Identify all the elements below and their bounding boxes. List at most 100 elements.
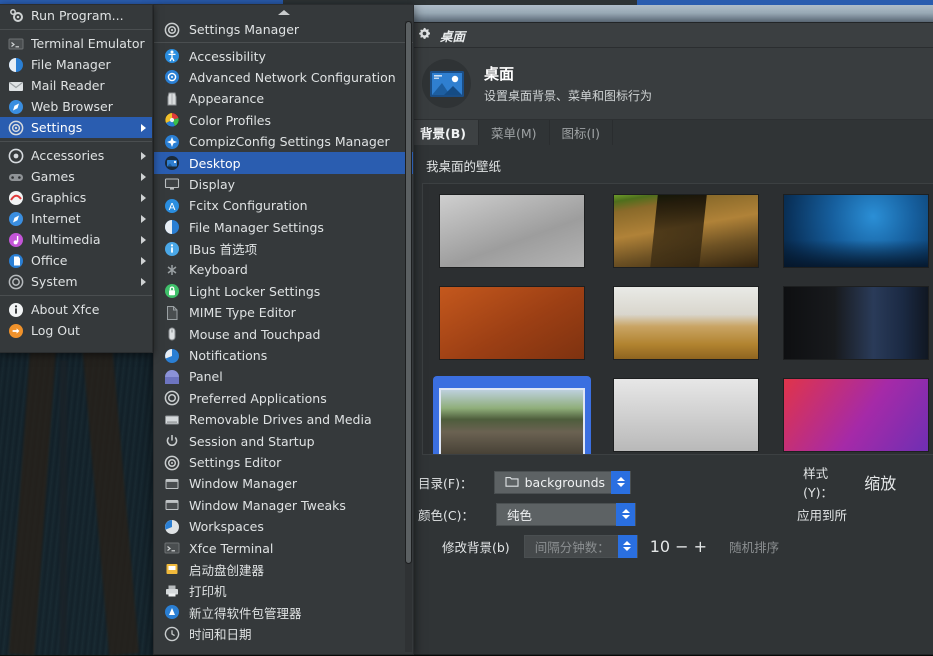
settings-item-compizconfig-settings-manager[interactable]: CompizConfig Settings Manager — [154, 131, 413, 152]
menu-item-log-out[interactable]: Log Out — [0, 320, 152, 341]
menu-item-mail-reader[interactable]: Mail Reader — [0, 75, 152, 96]
menu-item-web-browser[interactable]: Web Browser — [0, 96, 152, 117]
scrollbar-thumb[interactable] — [405, 21, 412, 564]
wallpaper-thumbnail[interactable] — [613, 378, 759, 452]
wallpaper-item[interactable] — [611, 284, 761, 362]
wallpaper-thumbnail[interactable] — [613, 286, 759, 360]
tab-bar[interactable]: 背景(B) 菜单(M) 图标(I) — [408, 120, 933, 145]
menu-item-run-program[interactable]: Run Program... — [0, 5, 152, 26]
interval-combobox[interactable]: 间隔分钟数： — [524, 535, 638, 558]
settings-item-window-manager-tweaks[interactable]: Window Manager Tweaks — [154, 495, 413, 516]
settings-item-session-and-startup[interactable]: Session and Startup — [154, 430, 413, 451]
style-combobox[interactable]: 缩放 — [864, 470, 933, 494]
settings-item-file-manager-settings[interactable]: File Manager Settings — [154, 217, 413, 238]
settings-item-label: Notifications — [189, 348, 267, 363]
settings-item-advanced-network-configuration[interactable]: Advanced Network Configuration — [154, 67, 413, 88]
wallpaper-item[interactable] — [781, 284, 931, 362]
settings-item-printer[interactable]: 打印机 — [154, 580, 413, 601]
interval-spinner[interactable] — [618, 535, 637, 558]
settings-item-mime-type-editor[interactable]: MIME Type Editor — [154, 302, 413, 323]
panel-active-window-segment-2[interactable] — [637, 0, 933, 5]
dialog-titlebar[interactable]: 桌面 — [408, 23, 933, 48]
settings-item-settings-editor[interactable]: Settings Editor — [154, 452, 413, 473]
settings-item-ibus-preferences[interactable]: IBus 首选项 — [154, 238, 413, 259]
interval-stepper[interactable]: 10 − + — [650, 537, 707, 556]
wallpaper-thumbnail[interactable] — [783, 194, 929, 268]
wallpaper-thumbnail[interactable] — [439, 388, 585, 455]
desktop-settings-dialog[interactable]: 桌面 桌面 设置桌面背景、菜单和图标行为 背景(B) 菜单(M) 图 — [407, 22, 933, 655]
color-combobox[interactable]: 纯色 — [496, 503, 636, 526]
settings-item-mouse-and-touchpad[interactable]: Mouse and Touchpad — [154, 323, 413, 344]
wallpaper-item-selected[interactable] — [433, 376, 591, 455]
tab-icons[interactable]: 图标(I) — [550, 120, 613, 145]
settings-menu-scrollbar[interactable] — [405, 21, 412, 652]
folder-combobox[interactable]: backgrounds — [494, 471, 631, 494]
tab-menu[interactable]: 菜单(M) — [479, 120, 550, 145]
settings-item-synaptic-package-manager[interactable]: 新立得软件包管理器 — [154, 602, 413, 623]
menu-item-label: Accessories — [31, 148, 134, 163]
applications-menu[interactable]: Run Program... Terminal Emulator File Ma… — [0, 4, 153, 353]
menu-item-terminal-emulator[interactable]: Terminal Emulator — [0, 33, 152, 54]
wallpaper-thumbnail[interactable] — [439, 286, 585, 360]
wallpaper-thumbnail[interactable] — [783, 378, 929, 452]
menu-item-games[interactable]: Games — [0, 166, 152, 187]
menu-item-about-xfce[interactable]: About Xfce — [0, 299, 152, 320]
menu-item-file-manager[interactable]: File Manager — [0, 54, 152, 75]
settings-item-notifications[interactable]: Notifications — [154, 345, 413, 366]
tab-label: 菜单(M) — [491, 123, 537, 142]
settings-item-time-and-date[interactable]: 时间和日期 — [154, 623, 413, 644]
settings-item-usb-creator[interactable]: 启动盘创建器 — [154, 559, 413, 580]
wallpaper-item[interactable] — [781, 376, 931, 454]
menu-item-multimedia[interactable]: Multimedia — [0, 229, 152, 250]
settings-item-removable-drives-and-media[interactable]: Removable Drives and Media — [154, 409, 413, 430]
settings-item-panel[interactable]: Panel — [154, 366, 413, 387]
scroll-up-arrow[interactable] — [154, 5, 413, 19]
interval-increment-button[interactable]: + — [694, 537, 707, 556]
wallpaper-grid[interactable] — [423, 184, 933, 455]
settings-item-workspaces[interactable]: Workspaces — [154, 516, 413, 537]
settings-item-desktop[interactable]: Desktop — [154, 152, 413, 173]
menu-item-graphics[interactable]: Graphics — [0, 187, 152, 208]
settings-item-label: CompizConfig Settings Manager — [189, 134, 390, 149]
menu-item-settings[interactable]: Settings — [0, 117, 152, 138]
menu-item-office[interactable]: Office — [0, 250, 152, 271]
wallpaper-thumbnail[interactable] — [783, 286, 929, 360]
settings-item-settings-manager[interactable]: Settings Manager — [154, 19, 413, 40]
ibus-icon — [164, 241, 180, 257]
menu-item-label: Office — [31, 253, 134, 268]
wallpaper-item[interactable] — [433, 192, 591, 270]
interval-decrement-button[interactable]: − — [675, 537, 688, 556]
wallpaper-item[interactable] — [433, 284, 591, 362]
settings-item-appearance[interactable]: Appearance — [154, 88, 413, 109]
interval-value[interactable]: 10 — [650, 537, 670, 556]
wallpaper-item[interactable] — [781, 192, 931, 270]
settings-items-list[interactable]: Settings Manager Accessibility Advanced … — [154, 19, 413, 644]
settings-item-keyboard[interactable]: Keyboard — [154, 259, 413, 280]
folder-spinner[interactable] — [611, 471, 630, 494]
settings-submenu[interactable]: Settings Manager Accessibility Advanced … — [153, 4, 414, 655]
wallpaper-item[interactable] — [611, 192, 761, 270]
settings-item-color-profiles[interactable]: Color Profiles — [154, 110, 413, 131]
settings-item-label: Desktop — [189, 156, 241, 171]
chevron-up-icon — [278, 10, 290, 15]
wallpaper-item[interactable] — [611, 376, 761, 454]
menu-item-accessories[interactable]: Accessories — [0, 145, 152, 166]
system-icon — [8, 274, 24, 290]
menu-item-system[interactable]: System — [0, 271, 152, 292]
settings-item-window-manager[interactable]: Window Manager — [154, 473, 413, 494]
background-controls[interactable]: 目录(F)： backgrounds 样式(Y)： 缩放 颜色(C)： 纯色 — [408, 467, 933, 563]
settings-item-xfce-terminal[interactable]: Xfce Terminal — [154, 537, 413, 558]
menu-item-internet[interactable]: Internet — [0, 208, 152, 229]
wallpaper-list[interactable] — [422, 183, 933, 455]
color-spinner[interactable] — [616, 503, 635, 526]
settings-item-accessibility[interactable]: Accessibility — [154, 45, 413, 66]
tab-background[interactable]: 背景(B) — [408, 120, 479, 145]
settings-item-label: Window Manager Tweaks — [189, 498, 346, 513]
wallpaper-thumbnail[interactable] — [613, 194, 759, 268]
wallpaper-thumbnail[interactable] — [439, 194, 585, 268]
settings-item-light-locker-settings[interactable]: Light Locker Settings — [154, 281, 413, 302]
settings-item-preferred-applications[interactable]: Preferred Applications — [154, 388, 413, 409]
change-background-row: 修改背景(b) 间隔分钟数： 10 − + 随机排序 — [418, 531, 933, 561]
settings-item-display[interactable]: Display — [154, 174, 413, 195]
settings-item-fcitx-configuration[interactable]: A Fcitx Configuration — [154, 195, 413, 216]
